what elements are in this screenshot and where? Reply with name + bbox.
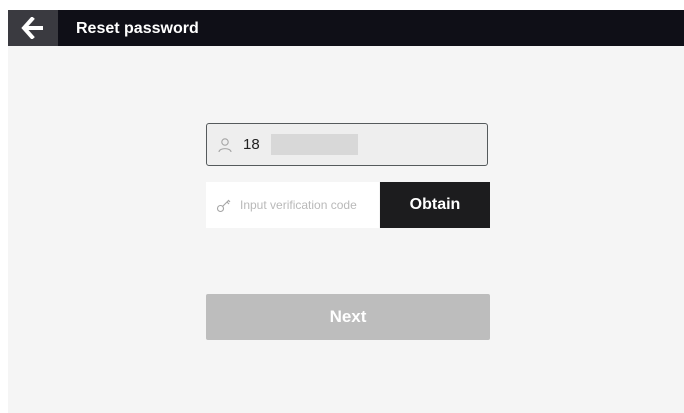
app-screen: Reset password 18 Obtain Next: [8, 10, 684, 413]
key-icon: [216, 199, 231, 213]
verification-row: Obtain: [206, 182, 490, 228]
arrow-left-icon: [21, 17, 43, 39]
obtain-code-button[interactable]: Obtain: [380, 182, 490, 228]
redaction-mask: [271, 134, 358, 155]
verification-field[interactable]: [206, 182, 379, 228]
header-bar: Reset password: [8, 10, 684, 46]
verification-code-input[interactable]: [240, 182, 376, 228]
back-button[interactable]: [8, 10, 58, 46]
phone-field[interactable]: 18: [206, 123, 488, 166]
phone-value: 18: [243, 136, 260, 153]
user-icon: [218, 138, 232, 153]
page-title: Reset password: [76, 20, 199, 37]
next-button[interactable]: Next: [206, 294, 490, 340]
